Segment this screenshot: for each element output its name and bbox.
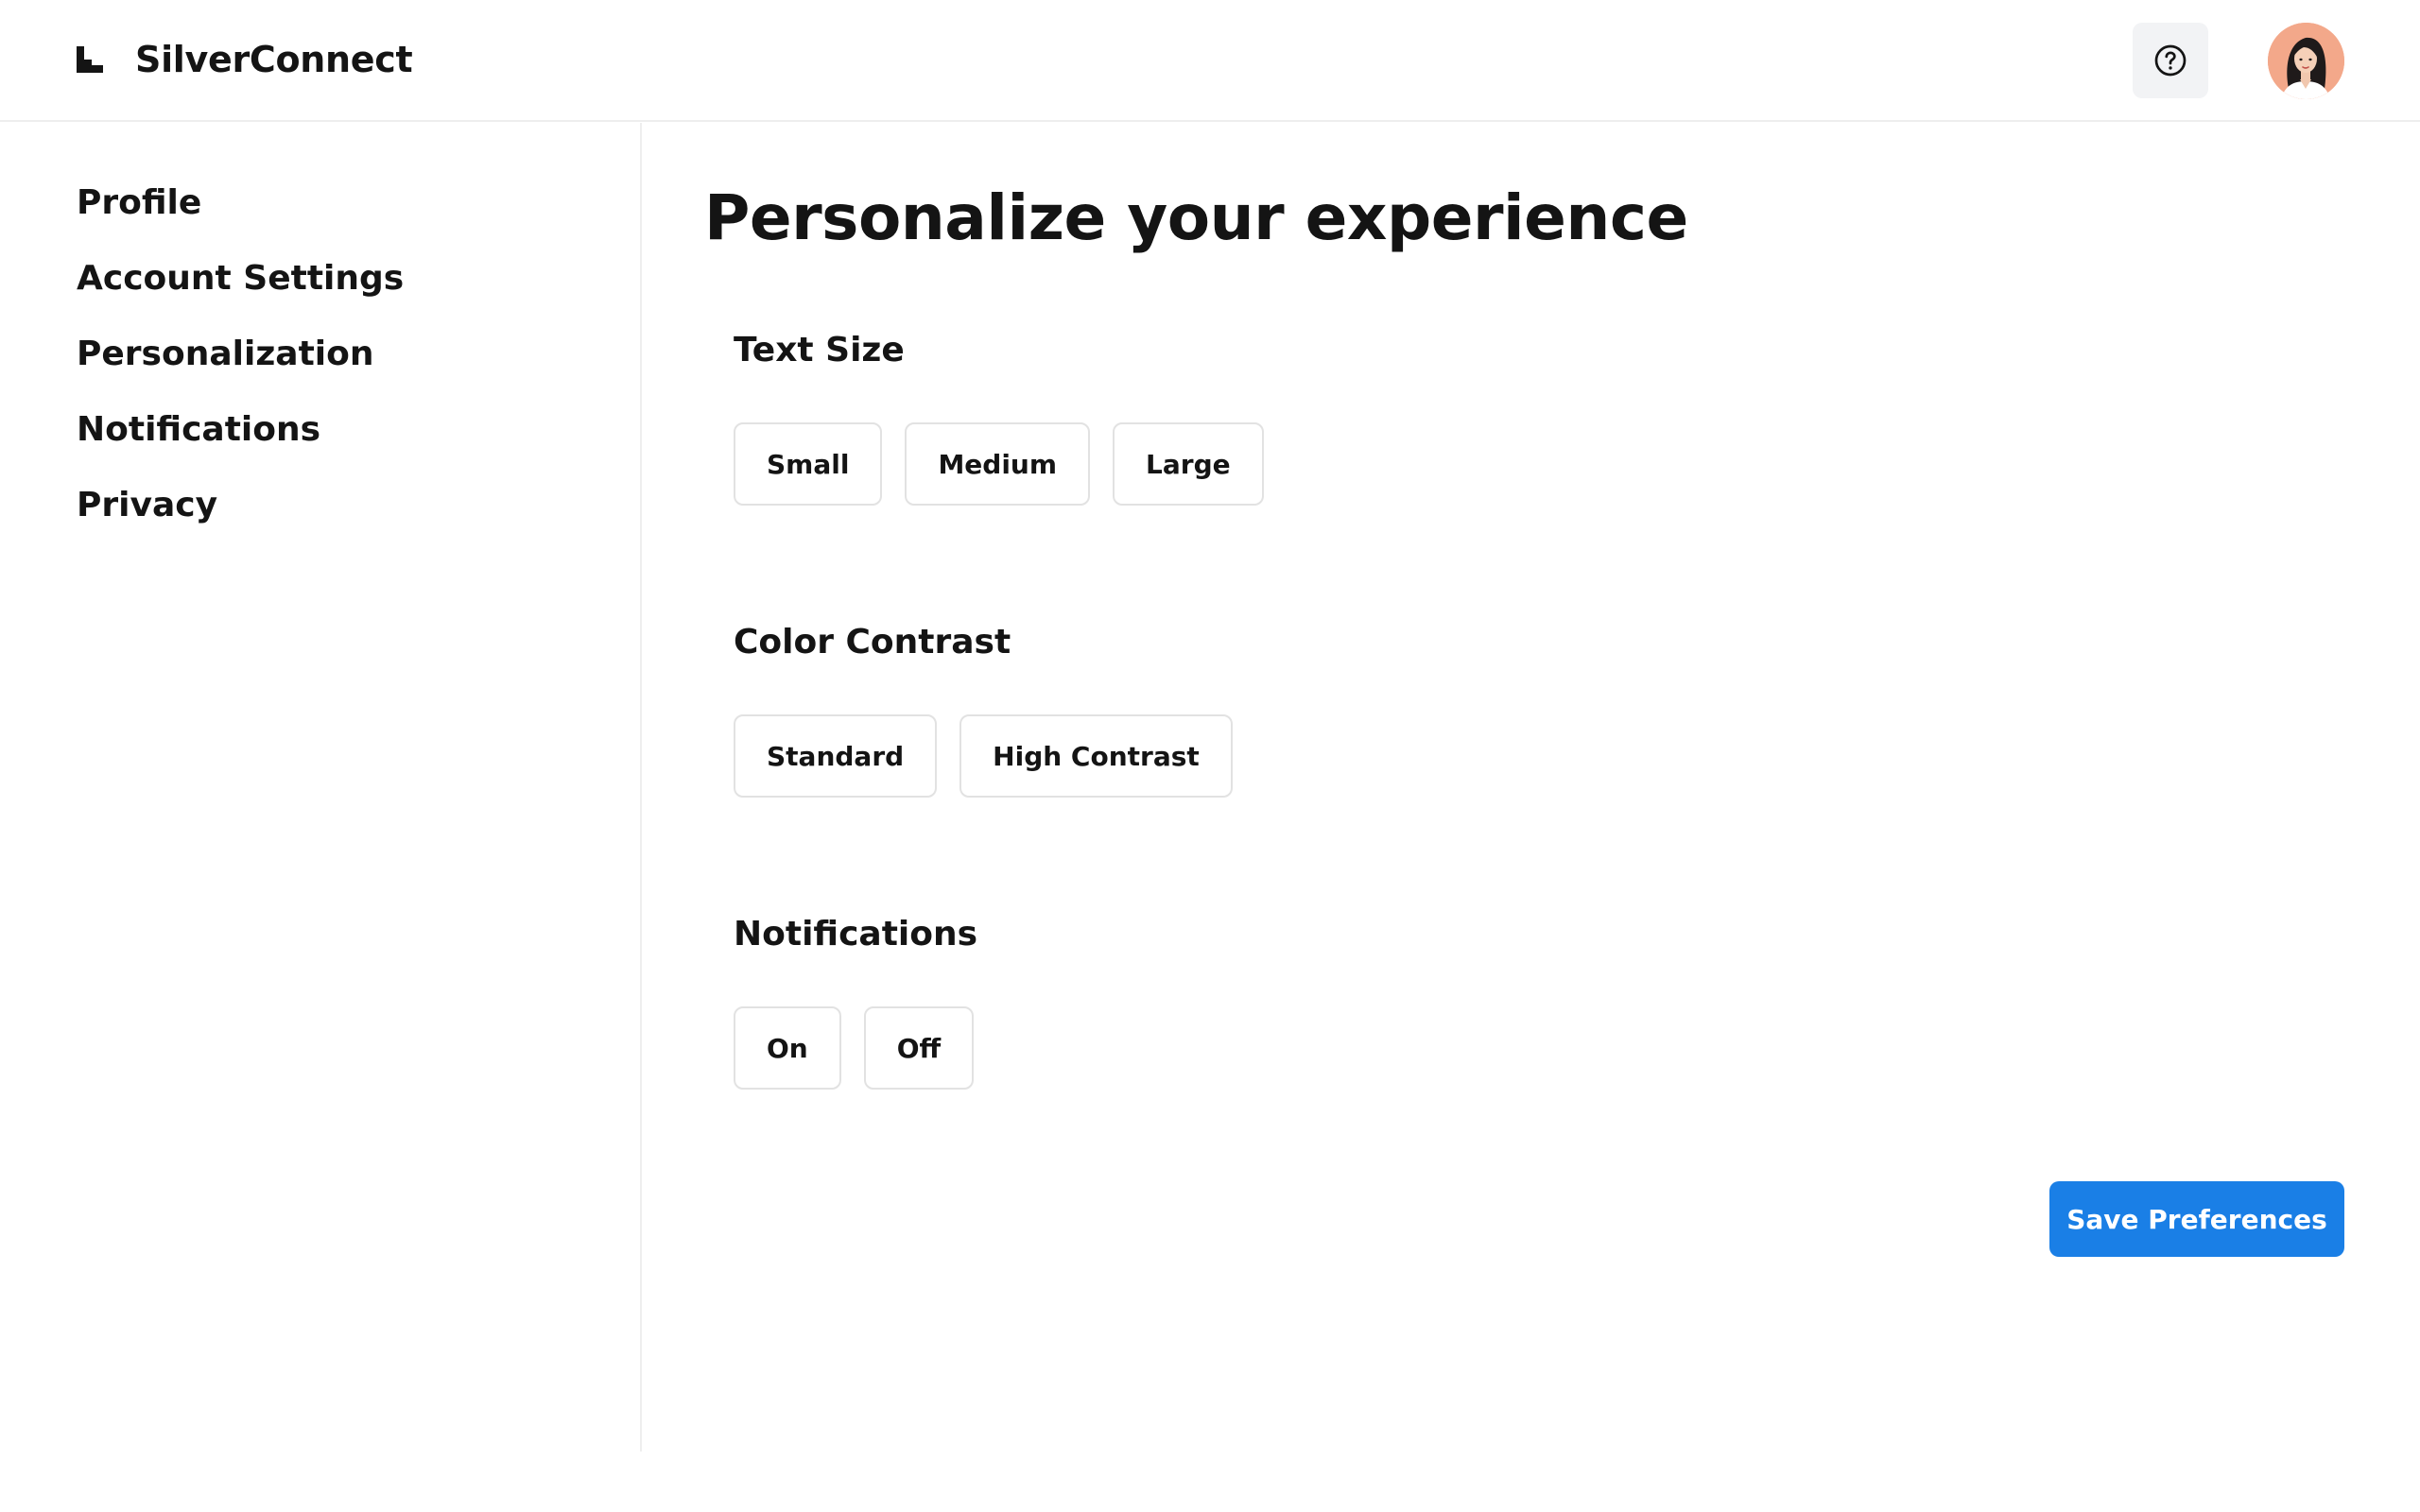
sidebar-item-privacy[interactable]: Privacy bbox=[77, 486, 217, 524]
user-avatar-portrait bbox=[2268, 23, 2344, 99]
sidebar-item-profile[interactable]: Profile bbox=[77, 183, 201, 222]
color-contrast-heading: Color Contrast bbox=[734, 623, 1011, 662]
user-avatar[interactable] bbox=[2268, 23, 2344, 99]
text-size-small-button[interactable]: Small bbox=[734, 422, 883, 506]
contrast-high-button[interactable]: High Contrast bbox=[959, 714, 1233, 798]
brand[interactable]: SilverConnect bbox=[77, 38, 413, 81]
help-circle-icon bbox=[2154, 44, 2187, 77]
top-header: SilverConnect bbox=[0, 0, 2420, 122]
notifications-on-button[interactable]: On bbox=[734, 1006, 841, 1090]
stair-logo-icon bbox=[77, 46, 103, 73]
color-contrast-options: Standard High Contrast bbox=[734, 714, 1233, 798]
notifications-heading: Notifications bbox=[734, 915, 978, 954]
text-size-medium-button[interactable]: Medium bbox=[905, 422, 1091, 506]
notifications-options: On Off bbox=[734, 1006, 975, 1090]
brand-name: SilverConnect bbox=[135, 39, 413, 80]
contrast-standard-button[interactable]: Standard bbox=[734, 714, 938, 798]
sidebar-item-personalization[interactable]: Personalization bbox=[77, 335, 373, 373]
text-size-options: Small Medium Large bbox=[734, 422, 1264, 506]
save-preferences-button[interactable]: Save Preferences bbox=[2049, 1181, 2344, 1257]
notifications-off-button[interactable]: Off bbox=[863, 1006, 975, 1090]
page-title: Personalize your experience bbox=[704, 181, 1688, 254]
help-button[interactable] bbox=[2133, 23, 2208, 98]
sidebar-item-account-settings[interactable]: Account Settings bbox=[77, 259, 404, 298]
text-size-large-button[interactable]: Large bbox=[1113, 422, 1264, 506]
text-size-heading: Text Size bbox=[734, 331, 905, 369]
sidebar: Profile Account Settings Personalization… bbox=[0, 123, 642, 1452]
sidebar-item-notifications[interactable]: Notifications bbox=[77, 410, 320, 449]
